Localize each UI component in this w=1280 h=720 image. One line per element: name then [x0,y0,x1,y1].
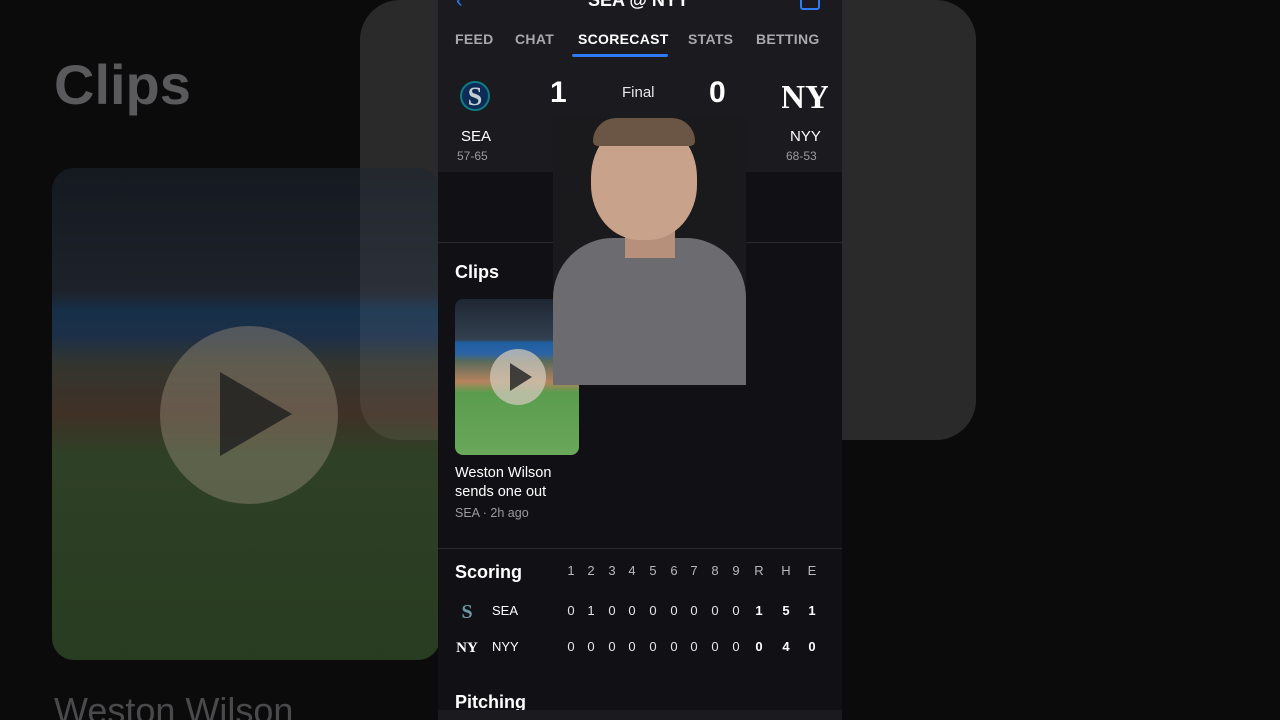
home-score: 0 [709,76,726,109]
svg-text:NY: NY [456,640,478,656]
box-cell: 0 [690,639,698,654]
box-cell-runs: 1 [755,603,763,618]
box-cell: 0 [670,639,678,654]
svg-text:NY: NY [782,79,828,116]
home-team-abbr: NYY [790,128,821,145]
home-row-team: NYY [492,639,519,654]
box-cell-errors: 0 [808,639,816,654]
inning-1-header: 1 [567,563,575,578]
inning-3-header: 3 [608,563,616,578]
game-status: Final [622,84,655,101]
box-cell: 0 [732,603,740,618]
inning-2-header: 2 [587,563,595,578]
svg-text:S: S [461,601,472,623]
scoring-title: Scoring [455,562,523,582]
inning-4-header: 4 [628,563,636,578]
box-cell: 0 [608,603,616,618]
box-cell-hits: 5 [782,603,790,618]
tab-chat[interactable]: CHAT [515,31,554,47]
clips-title: Clips [455,262,500,282]
game-title: SEA @ NYY [588,0,689,10]
inning-6-header: 6 [670,563,678,578]
yankees-small-logo-icon: NY [456,640,478,656]
clip-title[interactable]: Weston Wilson sends one out [455,464,585,502]
mariners-logo-icon: S [460,81,490,111]
hits-header: H [781,563,791,578]
phone-screen: ‹ SEA @ NYY FEED CHAT SCORECAST STATS BE… [438,0,842,720]
background-clip-title: Weston Wilson [54,690,294,720]
yankees-logo-icon: NY [782,79,828,116]
box-cell: 0 [608,639,616,654]
box-cell: 0 [711,639,719,654]
tab-feed[interactable]: FEED [455,31,494,47]
inning-8-header: 8 [711,563,719,578]
home-team-record: 68-53 [786,149,817,163]
box-cell-runs: 0 [755,639,763,654]
box-cell: 0 [649,639,657,654]
share-icon[interactable] [800,0,820,10]
section-divider [438,548,842,549]
box-cell: 0 [587,639,595,654]
away-score: 1 [550,76,567,109]
box-cell: 0 [732,639,740,654]
tab-stats[interactable]: STATS [688,31,733,47]
inning-7-header: 7 [690,563,698,578]
bottom-tab-bar [438,710,842,720]
mariners-small-logo-icon: S [461,601,472,623]
tab-betting[interactable]: BETTING [756,31,820,47]
person-hair [593,118,695,146]
box-cell: 0 [690,603,698,618]
back-chevron-icon[interactable]: ‹ [456,0,463,13]
box-cell: 1 [587,603,595,618]
box-cell: 0 [567,603,575,618]
person-hoodie [553,238,746,385]
background-play-triangle [220,372,292,456]
inning-9-header: 9 [732,563,740,578]
background-clips-title: Clips [54,53,191,116]
box-cell: 0 [567,639,575,654]
box-cell: 0 [628,639,636,654]
errors-header: E [807,563,817,578]
play-triangle-icon [510,363,532,391]
active-tab-indicator [572,54,668,57]
away-row-team: SEA [492,603,519,618]
creator-video-overlay [553,118,746,385]
svg-text:S: S [468,82,482,111]
box-cell: 0 [670,603,678,618]
box-cell-errors: 1 [808,603,816,618]
away-team-abbr: SEA [461,128,492,145]
away-team-record: 57-65 [457,149,488,163]
box-cell-hits: 4 [782,639,790,654]
box-cell: 0 [628,603,636,618]
tab-scorecast[interactable]: SCORECAST [578,31,669,47]
box-cell: 0 [711,603,719,618]
inning-5-header: 5 [649,563,657,578]
runs-header: R [754,563,764,578]
box-cell: 0 [649,603,657,618]
clip-meta: SEA · 2h ago [455,506,529,520]
